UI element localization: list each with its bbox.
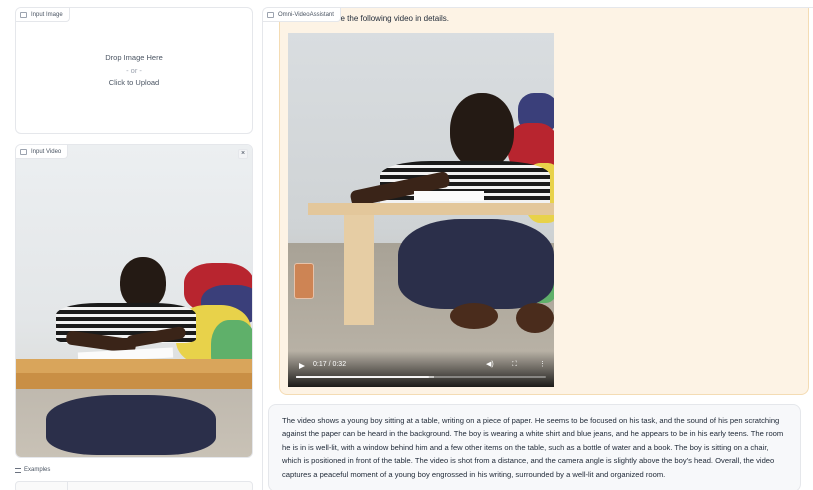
chatbot-label-text: Omni-VideoAssistant (278, 11, 334, 18)
or-separator: - or - (126, 65, 142, 75)
video-progress-fill (296, 376, 429, 378)
drop-image-text: Drop Image Here (105, 53, 163, 62)
chat-video-frame (288, 33, 554, 387)
assistant-message-bubble: The video shows a young boy sitting at a… (268, 404, 801, 490)
input-video-label-text: Input Video (31, 148, 62, 155)
examples-header-cell[interactable] (16, 482, 68, 490)
user-message-bubble: Please describe the following video in d… (279, 8, 809, 395)
chat-video-player[interactable]: 0:17 / 0:32 ◀) ⛶ ⋮ (288, 33, 554, 387)
examples-table[interactable] (15, 481, 253, 490)
image-icon (20, 11, 27, 18)
input-video-panel: Input Video × (15, 144, 253, 458)
input-image-panel[interactable]: Input Image Drop Image Here - or - Click… (15, 7, 253, 134)
input-video-preview[interactable] (16, 145, 252, 457)
chat-icon (267, 11, 274, 18)
video-icon (20, 148, 27, 155)
more-options-icon[interactable]: ⋮ (539, 361, 546, 369)
video-controls: 0:17 / 0:32 ◀) ⛶ ⋮ (288, 351, 554, 387)
input-image-label: Input Image (16, 8, 70, 22)
image-drop-zone[interactable]: Drop Image Here - or - Click to Upload (16, 52, 252, 90)
input-image-label-text: Input Image (31, 11, 63, 18)
input-video-label: Input Video (16, 145, 69, 159)
play-icon[interactable] (299, 363, 305, 369)
examples-label: Examples (15, 467, 50, 473)
click-to-upload-text[interactable]: Click to Upload (16, 77, 252, 90)
video-time: 0:17 / 0:32 (313, 361, 347, 368)
chatbot-panel: Omni-VideoAssistant Please describe the … (262, 7, 813, 490)
volume-icon[interactable]: ◀) (486, 361, 494, 369)
fullscreen-icon[interactable]: ⛶ (512, 361, 517, 369)
examples-label-text: Examples (24, 467, 51, 473)
chatbot-label: Omni-VideoAssistant (263, 8, 341, 22)
close-icon[interactable]: × (238, 149, 248, 159)
list-icon (15, 467, 21, 473)
video-progress-bar[interactable] (296, 376, 546, 378)
